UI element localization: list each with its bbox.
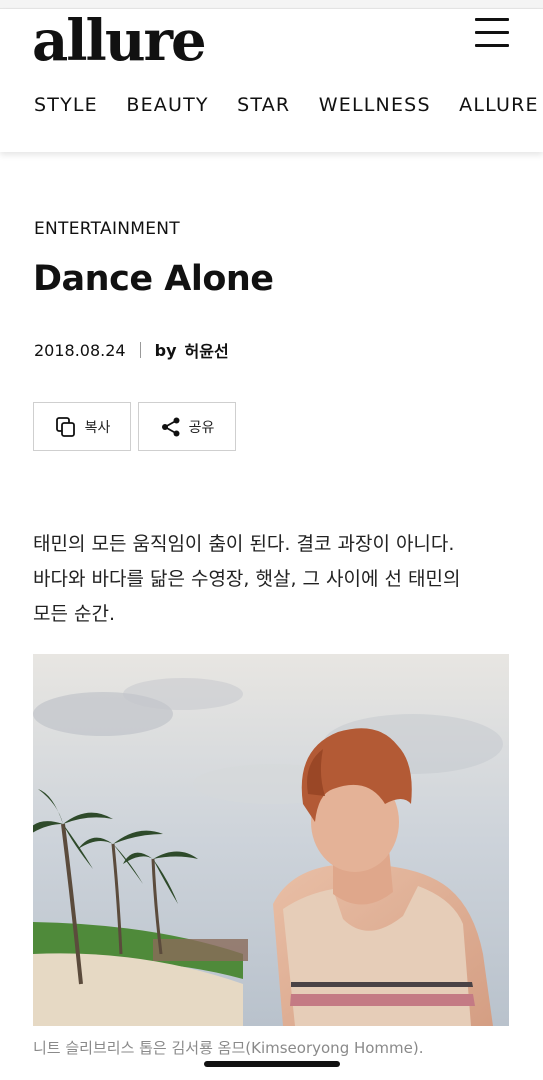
article-category[interactable]: ENTERTAINMENT [34,219,180,239]
article-date: 2018.08.24 [34,340,126,360]
copy-button-label: 복사 [84,419,111,436]
share-button[interactable]: 공유 [138,402,236,451]
share-button-label: 공유 [188,419,215,436]
allure-logo[interactable]: allure [32,7,207,75]
byline-prefix: by [154,340,177,360]
copy-button[interactable]: 복사 [33,402,131,451]
article-lede: 태민의 모든 움직임이 춤이 된다. 결코 과장이 아니다. 바다와 바다를 닮… [33,527,513,632]
article-title: Dance Alone [33,259,274,299]
article-author[interactable]: 허윤선 [185,338,229,362]
nav-item-star[interactable]: STAR [237,91,290,119]
lede-line: 모든 순간. [33,603,115,625]
share-icon [161,417,180,436]
site-header: allure STYLE BEAUTY STAR WELLNESS ALLURE… [0,7,543,152]
article-photo[interactable] [33,654,509,1026]
nav-item-beauty[interactable]: BEAUTY [126,91,208,119]
photo-illustration [33,654,509,1026]
nav-item-allure-club[interactable]: ALLURE CLUB [459,91,543,119]
home-indicator[interactable] [204,1061,340,1067]
lede-line: 태민의 모든 움직임이 춤이 된다. 결코 과장이 아니다. [33,533,455,555]
hamburger-menu-icon[interactable] [472,15,512,51]
nav-item-wellness[interactable]: WELLNESS [319,91,431,119]
lede-line: 바다와 바다를 닮은 수영장, 햇살, 그 사이에 선 태민의 [33,568,461,590]
photo-caption: 니트 슬리브리스 톱은 김서룡 옴므(Kimseoryong Homme). [33,1039,424,1057]
main-nav: STYLE BEAUTY STAR WELLNESS ALLURE CLUB [34,91,543,121]
copy-icon [55,416,75,437]
meta-divider [139,342,141,358]
nav-item-style[interactable]: STYLE [34,91,98,119]
article-meta: 2018.08.24 by 허윤선 [34,338,229,362]
